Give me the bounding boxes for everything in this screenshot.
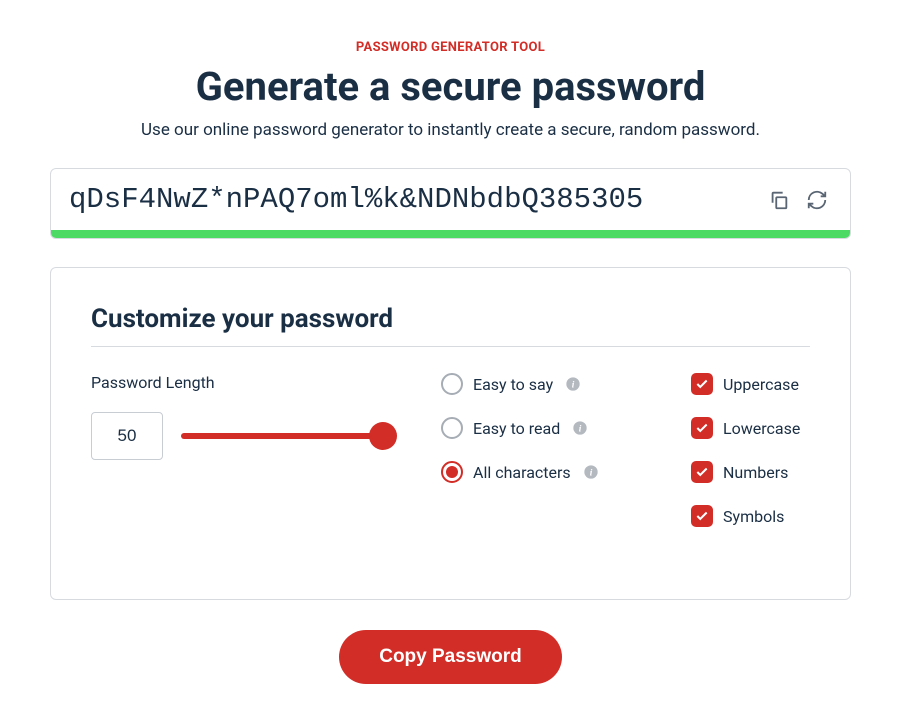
checkbox-label-symbols: Symbols	[723, 507, 784, 526]
svg-text:i: i	[572, 380, 575, 390]
header-eyebrow: PASSWORD GENERATOR TOOL	[50, 40, 851, 55]
page-title: Generate a secure password	[50, 63, 851, 110]
checkbox-label-numbers: Numbers	[723, 463, 788, 482]
checkbox-lowercase[interactable]	[691, 417, 713, 439]
info-icon[interactable]: i	[572, 420, 588, 436]
length-input[interactable]	[91, 412, 163, 460]
strength-indicator	[51, 230, 850, 238]
radio-easy-to-say[interactable]	[441, 373, 463, 395]
checkbox-label-uppercase: Uppercase	[723, 375, 799, 394]
svg-text:i: i	[589, 468, 592, 478]
radio-label-all-characters: All characters	[473, 463, 571, 482]
checkbox-uppercase[interactable]	[691, 373, 713, 395]
generated-password: qDsF4NwZ*nPAQ7oml%k&NDNbdbQ385305	[69, 183, 756, 216]
length-label: Password Length	[91, 373, 391, 392]
header-subtitle: Use our online password generator to ins…	[50, 120, 851, 140]
svg-text:i: i	[579, 424, 582, 434]
customize-card: Customize your password Password Length …	[50, 267, 851, 600]
copy-icon[interactable]	[764, 185, 794, 215]
length-slider[interactable]	[181, 424, 391, 448]
radio-label-easy-to-say: Easy to say	[473, 375, 553, 394]
checkbox-label-lowercase: Lowercase	[723, 419, 800, 438]
checkbox-numbers[interactable]	[691, 461, 713, 483]
info-icon[interactable]: i	[565, 376, 581, 392]
radio-easy-to-read[interactable]	[441, 417, 463, 439]
radio-all-characters[interactable]	[441, 461, 463, 483]
copy-password-button[interactable]: Copy Password	[339, 630, 562, 684]
checkbox-symbols[interactable]	[691, 505, 713, 527]
customize-title: Customize your password	[91, 304, 810, 347]
refresh-icon[interactable]	[802, 185, 832, 215]
info-icon[interactable]: i	[583, 464, 599, 480]
password-display-card: qDsF4NwZ*nPAQ7oml%k&NDNbdbQ385305	[50, 168, 851, 239]
radio-label-easy-to-read: Easy to read	[473, 419, 560, 438]
